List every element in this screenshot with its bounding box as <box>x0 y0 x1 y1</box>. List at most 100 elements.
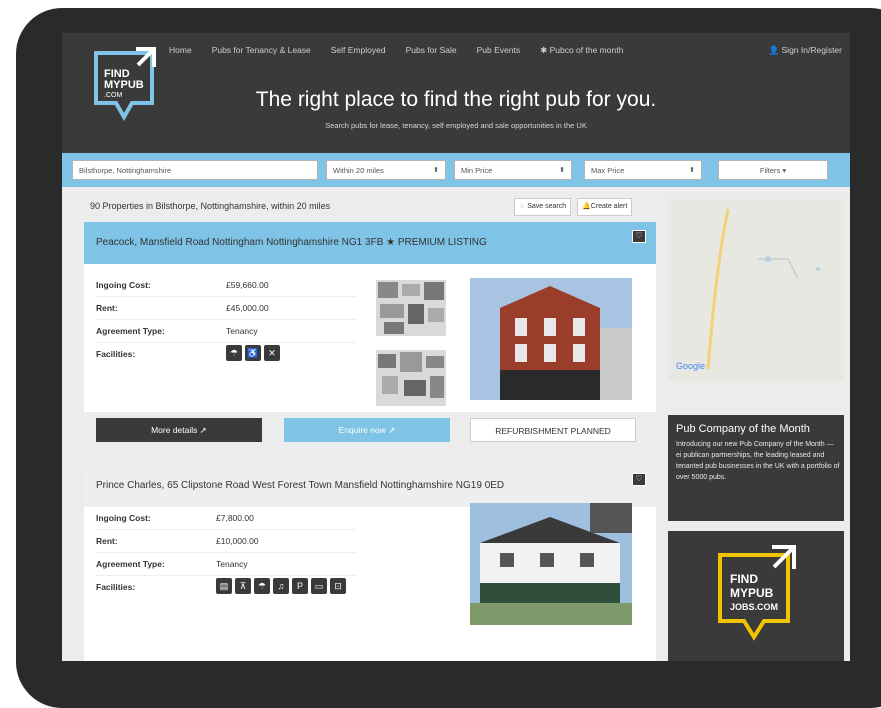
thumbnail-gallery[interactable] <box>376 350 446 406</box>
pub-photo-illustration <box>470 278 632 400</box>
nav-home[interactable]: Home <box>169 45 192 56</box>
radius-value: Within 20 miles <box>333 166 384 175</box>
spec-row: Rent: £10,000.00 <box>96 530 356 553</box>
spec-row: Facilities: ▤ ⊼ ☂ ♫ P ▭ ⊡ <box>96 576 356 598</box>
external-link-icon: ➚ <box>385 425 396 435</box>
spec-label: Agreement Type: <box>96 559 165 569</box>
spec-label: Ingoing Cost: <box>96 513 151 523</box>
listing-specs: Ingoing Cost: £59,660.00 Rent: £45,000.00 … <box>96 274 356 365</box>
spec-label: Facilities: <box>96 349 136 359</box>
pub-photo[interactable] <box>470 278 632 400</box>
refurbishment-badge: REFURBISHMENT PLANNED <box>470 418 636 442</box>
thumbnail-collage <box>378 282 444 334</box>
tv-icon: ▭ <box>311 578 327 594</box>
star-outline-icon: ☆ <box>519 203 528 210</box>
spec-label: Rent: <box>96 536 118 546</box>
spec-row: Facilities: ☂ ♿ ✕ <box>96 343 356 365</box>
food-icon: ✕ <box>264 345 280 361</box>
pubco-of-month-box[interactable]: Pub Company of the Month Introducing our… <box>668 415 844 521</box>
pcm-text: Introducing our new Pub Company of the M… <box>676 441 840 481</box>
umbrella-icon: ☂ <box>226 345 242 361</box>
radius-select[interactable]: Within 20 miles ⬍ <box>326 160 446 180</box>
results-header: 90 Properties in Bilsthorpe, Nottinghams… <box>84 197 656 217</box>
max-price-select[interactable]: Max Price ⬍ <box>584 160 702 180</box>
select-arrows-icon: ⬍ <box>689 167 695 174</box>
spec-row: Agreement Type: Tenancy <box>96 553 356 576</box>
results-count: 90 Properties in Bilsthorpe, Nottinghams… <box>90 201 331 211</box>
hero-subtitle: Search pubs for lease, tenancy, self emp… <box>325 121 587 130</box>
thumbnail-collage <box>378 352 444 398</box>
umbrella-icon: ☂ <box>254 578 270 594</box>
external-link-icon: ➚ <box>197 425 207 435</box>
pub-photo-illustration <box>470 503 632 625</box>
google-logo: Google <box>676 361 705 371</box>
listing-card: Prince Charles, 65 Clipstone Road West F… <box>84 465 656 661</box>
parking-icon: P <box>292 578 308 594</box>
create-alert-button[interactable]: 🔔Create alert <box>577 198 633 216</box>
listing-title[interactable]: Peacock, Mansfield Road Nottingham Notti… <box>84 222 656 264</box>
fridge-icon: ▤ <box>216 578 232 594</box>
heart-icon[interactable]: ♡ <box>632 473 646 486</box>
enquire-now-button[interactable]: Enquire now ➚ <box>284 418 450 442</box>
screen: FIND MYPUB .COM Home Pubs for Tenancy & … <box>62 33 850 661</box>
rent-value: £10,000.00 <box>216 536 259 546</box>
agreement-value: Tenancy <box>226 326 258 336</box>
save-search-button[interactable]: ☆ Save search <box>514 198 572 216</box>
spec-label: Facilities: <box>96 582 136 592</box>
jobs-logo-text-3: JOBS.COM <box>730 602 778 612</box>
nav-pubco-of-month[interactable]: ✱ Pubco of the month <box>540 45 623 56</box>
star-icon: ✱ <box>540 45 550 55</box>
jobs-logo-text-2: MYPUB <box>730 586 774 600</box>
nav-self-employed[interactable]: Self Employed <box>331 45 386 56</box>
bell-icon: 🔔 <box>582 203 591 210</box>
select-arrows-icon: ⬍ <box>559 167 565 174</box>
caret-down-icon: ▾ <box>780 166 787 175</box>
findmypubjobs-ad[interactable]: FIND MYPUB JOBS.COM <box>668 531 844 661</box>
briefcase-icon: ⊡ <box>330 578 346 594</box>
select-arrows-icon: ⬍ <box>433 167 439 174</box>
nav-pubs-for-sale[interactable]: Pubs for Sale <box>406 45 457 56</box>
listing-card: Peacock, Mansfield Road Nottingham Notti… <box>84 222 656 447</box>
min-price-value: Min Price <box>461 166 493 175</box>
main-nav: Home Pubs for Tenancy & Lease Self Emplo… <box>169 45 623 56</box>
location-input[interactable]: Bilsthorpe, Nottinghamshire <box>72 160 318 180</box>
filters-button[interactable]: Filters ▾ <box>718 160 828 180</box>
site-header: FIND MYPUB .COM Home Pubs for Tenancy & … <box>62 33 850 153</box>
spec-row: Agreement Type: Tenancy <box>96 320 356 343</box>
map[interactable]: Google <box>668 199 844 381</box>
ingoing-value: £7,800.00 <box>216 513 254 523</box>
more-details-label: More details <box>151 425 198 435</box>
pub-photo[interactable] <box>470 503 632 625</box>
spec-row: Ingoing Cost: £59,660.00 <box>96 274 356 297</box>
spec-row: Ingoing Cost: £7,800.00 <box>96 507 356 530</box>
listing-title[interactable]: Prince Charles, 65 Clipstone Road West F… <box>84 465 656 507</box>
accessible-icon: ♿ <box>245 345 261 361</box>
picnic-table-icon: ⊼ <box>235 578 251 594</box>
sign-in-label: Sign In/Register <box>781 45 842 55</box>
pcm-title: Pub Company of the Month <box>676 423 810 435</box>
save-search-label: Save search <box>527 203 567 210</box>
results-column: 90 Properties in Bilsthorpe, Nottinghams… <box>84 187 656 661</box>
map-graphic: Google <box>668 199 844 381</box>
min-price-select[interactable]: Min Price ⬍ <box>454 160 572 180</box>
nav-tenancy-lease[interactable]: Pubs for Tenancy & Lease <box>212 45 311 56</box>
filters-label: Filters <box>759 166 781 175</box>
findmypubjobs-logo: FIND MYPUB JOBS.COM <box>718 545 796 641</box>
listing-specs: Ingoing Cost: £7,800.00 Rent: £10,000.00 A… <box>96 507 356 598</box>
spec-label: Agreement Type: <box>96 326 165 336</box>
nav-pubco-label: Pubco of the month <box>549 45 624 55</box>
spec-label: Ingoing Cost: <box>96 280 151 290</box>
user-icon: 👤 <box>768 45 782 55</box>
thumbnail-gallery[interactable] <box>376 280 446 336</box>
ingoing-value: £59,660.00 <box>226 280 269 290</box>
listing-actions: More details ➚ Enquire now ➚ REFURBISHME… <box>84 412 656 447</box>
heart-icon[interactable]: ♡ <box>632 230 646 243</box>
search-bar: Bilsthorpe, Nottinghamshire Within 20 mi… <box>62 153 850 187</box>
nav-pub-events[interactable]: Pub Events <box>477 45 520 56</box>
jobs-logo-text-1: FIND <box>730 572 758 586</box>
sign-in-link[interactable]: 👤 Sign In/Register <box>769 45 842 56</box>
more-details-button[interactable]: More details ➚ <box>96 418 262 442</box>
facilities-icons: ☂ ♿ ✕ <box>226 345 280 361</box>
hero-title: The right place to find the right pub fo… <box>255 88 657 111</box>
create-alert-label: Create alert <box>590 203 628 210</box>
